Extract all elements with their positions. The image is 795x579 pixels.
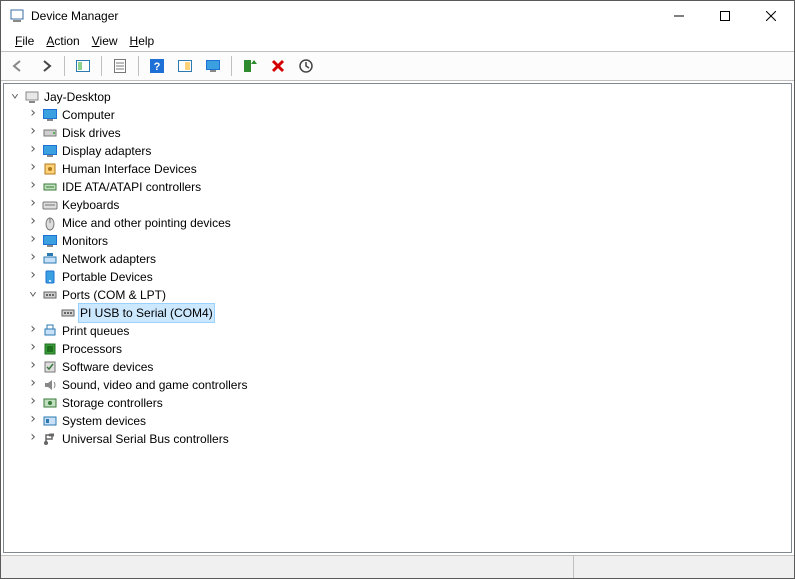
chevron-right-icon[interactable] [26, 430, 40, 448]
tree-item-label: Ports (COM & LPT) [60, 286, 168, 304]
hid-icon [42, 161, 58, 177]
mouse-icon [42, 215, 58, 231]
view-monitor-button[interactable] [200, 53, 226, 79]
tree-item-label: System devices [60, 412, 148, 430]
tree-item-label: Sound, video and game controllers [60, 376, 249, 394]
tree-item-label: Network adapters [60, 250, 158, 268]
monitor-icon [42, 233, 58, 249]
tree-item-label: Keyboards [60, 196, 121, 214]
app-icon [9, 8, 25, 24]
menu-bar: File Action View Help [1, 31, 794, 51]
tree-item-label: Display adapters [60, 142, 153, 160]
properties-button[interactable] [107, 53, 133, 79]
tree-item[interactable]: System devices [4, 412, 791, 430]
tree-item-label: Software devices [60, 358, 155, 376]
usb-icon [42, 431, 58, 447]
svg-text:?: ? [154, 61, 161, 73]
device-tree[interactable]: Jay-DesktopComputerDisk drivesDisplay ad… [3, 83, 792, 553]
tree-item[interactable]: Processors [4, 340, 791, 358]
scan-hardware-button[interactable] [293, 53, 319, 79]
port-icon [60, 305, 76, 321]
tree-item-label: Portable Devices [60, 268, 155, 286]
tree-item[interactable]: PI USB to Serial (COM4) [4, 304, 791, 322]
sound-icon [42, 377, 58, 393]
tree-root[interactable]: Jay-Desktop [4, 88, 791, 106]
tree-item-label: Mice and other pointing devices [60, 214, 233, 232]
portable-icon [42, 269, 58, 285]
tree-item-label: Processors [60, 340, 124, 358]
status-cell [1, 556, 574, 578]
tree-item-label: Human Interface Devices [60, 160, 199, 178]
menu-help[interactable]: Help [126, 32, 159, 50]
minimize-button[interactable] [656, 1, 702, 31]
tree-item-label: Computer [60, 106, 117, 124]
tree-item[interactable]: Universal Serial Bus controllers [4, 430, 791, 448]
tree-item-label: Universal Serial Bus controllers [60, 430, 231, 448]
toolbar-separator [231, 56, 232, 76]
close-button[interactable] [748, 1, 794, 31]
menu-file[interactable]: File [11, 32, 38, 50]
tree-item[interactable]: Monitors [4, 232, 791, 250]
maximize-button[interactable] [702, 1, 748, 31]
uninstall-button[interactable] [265, 53, 291, 79]
tree-item[interactable]: Mice and other pointing devices [4, 214, 791, 232]
toolbar-separator [138, 56, 139, 76]
title-bar: Device Manager [1, 1, 794, 31]
tree-item[interactable]: Computer [4, 106, 791, 124]
toolbar: ? [1, 51, 794, 81]
tree-item-label: Disk drives [60, 124, 123, 142]
forward-button[interactable] [33, 53, 59, 79]
chevron-down-icon[interactable] [26, 286, 40, 304]
status-bar [1, 555, 794, 578]
update-driver-button[interactable] [237, 53, 263, 79]
tree-item-label: Jay-Desktop [42, 88, 113, 106]
tree-item[interactable]: Display adapters [4, 142, 791, 160]
port-icon [42, 287, 58, 303]
window-title: Device Manager [31, 9, 118, 23]
tree-item[interactable]: Human Interface Devices [4, 160, 791, 178]
storage-icon [42, 395, 58, 411]
printer-icon [42, 323, 58, 339]
drive-icon [42, 125, 58, 141]
tree-item-label: Print queues [60, 322, 131, 340]
tree-item-label: Storage controllers [60, 394, 165, 412]
tree-item[interactable]: Portable Devices [4, 268, 791, 286]
device-manager-window: Device Manager File Action View Help ? J… [0, 0, 795, 579]
tree-item[interactable]: Software devices [4, 358, 791, 376]
tree-item-label: IDE ATA/ATAPI controllers [60, 178, 203, 196]
tree-item[interactable]: IDE ATA/ATAPI controllers [4, 178, 791, 196]
tree-item[interactable]: Network adapters [4, 250, 791, 268]
tree-item[interactable]: Ports (COM & LPT) [4, 286, 791, 304]
toolbar-separator [101, 56, 102, 76]
tree-item[interactable]: Storage controllers [4, 394, 791, 412]
menu-action[interactable]: Action [42, 32, 83, 50]
system-icon [42, 413, 58, 429]
network-icon [42, 251, 58, 267]
tree-item-label: Monitors [60, 232, 110, 250]
software-icon [42, 359, 58, 375]
tree-item[interactable]: Disk drives [4, 124, 791, 142]
keyboard-icon [42, 197, 58, 213]
toolbar-separator [64, 56, 65, 76]
window-controls [656, 1, 794, 31]
show-hide-tree-button[interactable] [70, 53, 96, 79]
status-cell [574, 556, 794, 578]
tree-item[interactable]: Keyboards [4, 196, 791, 214]
chevron-down-icon[interactable] [8, 88, 22, 106]
monitor-icon [42, 143, 58, 159]
tree-item[interactable]: Print queues [4, 322, 791, 340]
pc-icon [24, 89, 40, 105]
ide-icon [42, 179, 58, 195]
monitor-icon [42, 107, 58, 123]
help-button[interactable]: ? [144, 53, 170, 79]
action-sheet-button[interactable] [172, 53, 198, 79]
tree-item-label: PI USB to Serial (COM4) [78, 303, 215, 323]
tree-item[interactable]: Sound, video and game controllers [4, 376, 791, 394]
menu-view[interactable]: View [88, 32, 122, 50]
cpu-icon [42, 341, 58, 357]
back-button[interactable] [5, 53, 31, 79]
